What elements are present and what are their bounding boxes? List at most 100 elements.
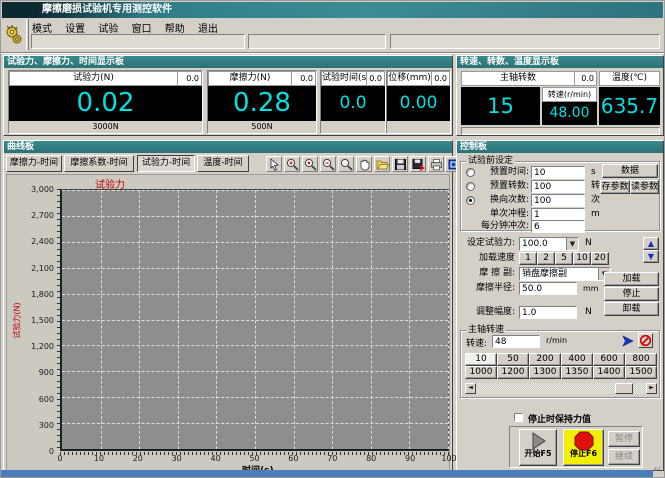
friction-radius-unit: mm: [583, 282, 599, 295]
spindle-speed-50[interactable]: 50: [497, 353, 529, 366]
spindle-group: 主轴转速 转速: r/min 10 50 200 400 600 800 100…: [460, 330, 660, 398]
save-params-button[interactable]: 存参数: [600, 180, 630, 194]
chevron-down-icon[interactable]: ▼: [566, 238, 578, 250]
tab-friction-time[interactable]: 摩擦力-时间: [6, 155, 62, 172]
gridline: [139, 190, 140, 449]
load-speed-20[interactable]: 20: [591, 252, 609, 265]
stop-load-button[interactable]: 停止: [604, 287, 659, 301]
spindle-scrollbar[interactable]: ◄ ►: [465, 383, 657, 394]
load-speed-10[interactable]: 10: [573, 252, 591, 265]
scrollbar-left-arrow[interactable]: ◄: [465, 383, 476, 394]
friction-pair-label: 摩 擦 副:: [459, 267, 515, 280]
menu-exit[interactable]: 退出: [193, 20, 223, 35]
spindle-speed-unit: r/min: [546, 336, 567, 345]
x-tick-label: 10: [94, 454, 104, 463]
spindle-stop-icon[interactable]: [638, 333, 653, 348]
x-tick-label: 50: [249, 454, 259, 463]
zoom-out-icon[interactable]: [320, 156, 336, 172]
scrollbar-right-arrow[interactable]: ►: [646, 383, 657, 394]
load-button[interactable]: 加载: [604, 272, 659, 286]
menu-window[interactable]: 窗口: [127, 20, 157, 35]
tab-testforce-time[interactable]: 试验力-时间: [137, 155, 195, 172]
hold-force-checkbox[interactable]: [514, 413, 523, 422]
speed-display-panel: 转速、转数、温度显示板 主轴转数 0.0 温度(℃) 15 转速(r/min) …: [456, 55, 664, 136]
load-speed-2[interactable]: 2: [537, 252, 555, 265]
gridline: [371, 190, 372, 449]
set-force-combo[interactable]: 100.0 ▼: [519, 237, 579, 251]
tab-coefficient-time[interactable]: 摩擦系数-时间: [64, 155, 134, 172]
stop-button[interactable]: 停止F6: [563, 429, 604, 466]
spindle-speed-1300[interactable]: 1300: [529, 366, 561, 379]
spindle-speed-600[interactable]: 600: [593, 353, 625, 366]
spindle-speed-input[interactable]: [492, 335, 540, 348]
friction-pair-combo[interactable]: 销盘摩擦副 ▼: [519, 267, 611, 281]
preset-reversals-input[interactable]: [531, 194, 585, 207]
speed-panel-footer: [461, 127, 660, 135]
zoom-icon[interactable]: [338, 156, 354, 172]
menu-mode[interactable]: 模式: [27, 20, 57, 35]
control-panel: 控制板 试验前设定 预置时间: s 预置转数: 转 换向次数: 次: [456, 140, 664, 471]
pause-button[interactable]: 暂停: [608, 431, 640, 447]
status-field-3: [390, 34, 660, 49]
gridline: [332, 190, 333, 449]
export-icon[interactable]: [410, 156, 426, 172]
friction-force-label: 摩擦力(N): [208, 71, 292, 86]
test-time-gauge: 试验时间(s) 0.0 0.0: [320, 70, 386, 134]
preset-revs-input[interactable]: [531, 180, 585, 193]
start-button[interactable]: 开始F5: [519, 429, 557, 466]
tab-temperature-time[interactable]: 温度-时间: [197, 155, 249, 172]
zoom-center-icon[interactable]: [302, 156, 318, 172]
read-params-button[interactable]: 读参数: [630, 180, 659, 194]
spindle-speed-1400[interactable]: 1400: [593, 366, 625, 379]
spindle-start-icon[interactable]: [621, 334, 635, 348]
force-down-arrow-button[interactable]: ▼: [643, 250, 659, 263]
gridline: [255, 190, 256, 449]
menu-settings[interactable]: 设置: [60, 20, 90, 35]
print-icon[interactable]: [428, 156, 444, 172]
set-force-label: 设定试验力:: [459, 237, 515, 250]
spindle-speed-1500[interactable]: 1500: [625, 366, 657, 379]
y-tick-label: 1,800: [31, 290, 54, 299]
menu-help[interactable]: 帮助: [160, 20, 190, 35]
start-button-label: 开始F5: [520, 448, 556, 459]
force-up-arrow-button[interactable]: ▲: [643, 237, 659, 250]
zoom-in-icon[interactable]: [284, 156, 300, 172]
spindle-speed-1350[interactable]: 1350: [561, 366, 593, 379]
x-tick-label: 90: [405, 454, 415, 463]
spindle-speed-1000[interactable]: 1000: [465, 366, 497, 379]
load-speed-5[interactable]: 5: [555, 252, 573, 265]
preset-spm-input[interactable]: [531, 220, 585, 233]
spindle-speed-10[interactable]: 10: [465, 353, 497, 366]
separator: [1, 52, 665, 54]
pan-hand-icon[interactable]: [356, 156, 372, 172]
adjust-input[interactable]: [519, 306, 577, 319]
save-icon[interactable]: [392, 156, 408, 172]
temperature-value: 635.7: [599, 87, 660, 125]
title-bar[interactable]: 摩擦磨损试验机专用测控软件: [2, 2, 663, 18]
open-file-icon[interactable]: [374, 156, 390, 172]
resume-button[interactable]: 继续: [608, 449, 640, 465]
spindle-speed-400[interactable]: 400: [561, 353, 593, 366]
load-speed-row: 加载速度 1 2 5 10 20: [457, 252, 663, 265]
unload-button[interactable]: 卸载: [604, 302, 659, 316]
data-button[interactable]: 数据: [602, 164, 658, 178]
menu-test[interactable]: 试验: [93, 20, 123, 35]
plot-area[interactable]: [60, 189, 449, 451]
y-tick-label: 2,700: [31, 211, 54, 220]
gridline: [409, 190, 410, 449]
preset-revs-unit: 转: [591, 180, 600, 193]
load-speed-1[interactable]: 1: [519, 252, 537, 265]
test-time-value: 0.0: [321, 86, 385, 121]
scrollbar-thumb[interactable]: [615, 383, 633, 394]
cursor-icon[interactable]: [266, 156, 282, 172]
spindle-speed-1200[interactable]: 1200: [497, 366, 529, 379]
friction-force-range: 500N: [208, 121, 316, 133]
y-tick-label: 2,400: [31, 237, 54, 246]
spindle-revs-label: 主轴转数: [461, 71, 575, 86]
spindle-speed-200[interactable]: 200: [529, 353, 561, 366]
test-force-label: 试验力(N): [9, 71, 178, 86]
spindle-speed-800[interactable]: 800: [625, 353, 657, 366]
x-tick-label: 60: [288, 454, 298, 463]
friction-radius-input[interactable]: [519, 282, 577, 295]
preset-time-input[interactable]: [531, 166, 585, 179]
